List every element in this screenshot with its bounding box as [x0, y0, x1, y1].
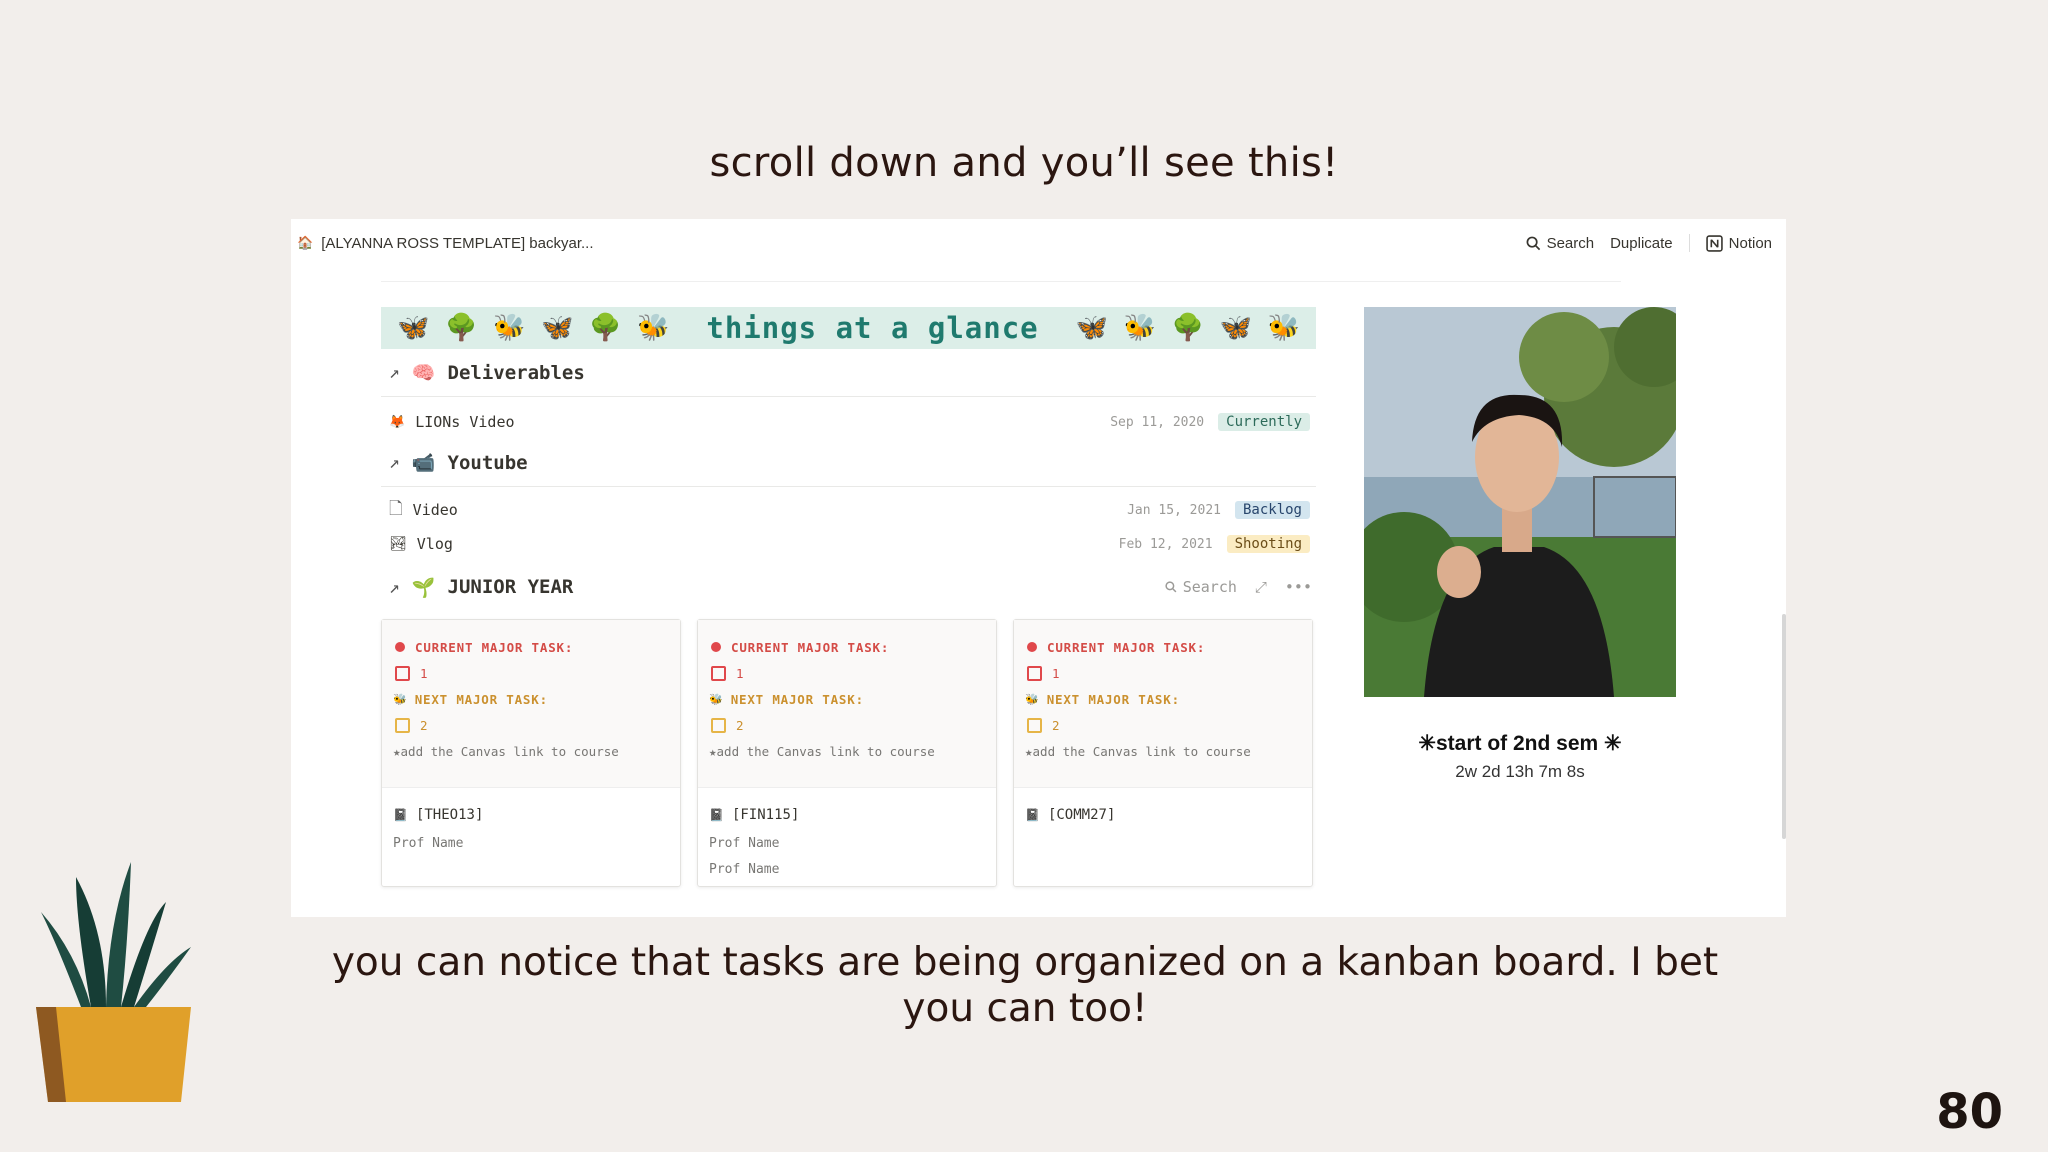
junior-year-header: ↗ 🌱 JUNIOR YEAR Search ⤢ •••: [381, 561, 1316, 613]
duplicate-button[interactable]: Duplicate: [1610, 235, 1673, 252]
main-content: 🦋 🌳 🐝 🦋 🌳 🐝 things at a glance 🦋 🐝 🌳 🦋 🐝…: [381, 307, 1316, 887]
page-number: 80: [1936, 1084, 2003, 1140]
task-number: 1: [420, 665, 428, 681]
notebook-icon: 📓: [393, 808, 408, 822]
kanban-board: CURRENT MAJOR TASK: 1 🐝 NEXT MAJOR TASK: …: [381, 619, 1316, 887]
search-label: Search: [1546, 234, 1595, 252]
camera-icon: 📹: [411, 452, 436, 474]
search-button[interactable]: Search: [1526, 234, 1595, 252]
current-task-label: CURRENT MAJOR TASK:: [731, 639, 890, 655]
task-number: 1: [1052, 665, 1060, 681]
side-column: ✳start of 2nd sem ✳ 2w 2d 13h 7m 8s: [1364, 307, 1676, 782]
sparkle-icon: ✳: [1604, 732, 1622, 755]
slide-title: scroll down and you’ll see this!: [709, 140, 1339, 186]
more-icon[interactable]: •••: [1285, 578, 1312, 596]
checkbox[interactable]: [395, 665, 410, 681]
page-icon: 🏠: [297, 235, 314, 250]
prof-name: Prof Name: [393, 835, 464, 851]
checkbox[interactable]: [1027, 665, 1042, 681]
red-circle-icon: [1027, 642, 1037, 652]
notion-window: 🏠 [ALYANNA ROSS TEMPLATE] backyar... Sea…: [291, 219, 1786, 917]
sparkle-icon: ✳: [1418, 732, 1436, 755]
prof-name: Prof Name: [709, 835, 780, 851]
task-number: 1: [736, 665, 744, 681]
kanban-card[interactable]: CURRENT MAJOR TASK: 1 🐝 NEXT MAJOR TASK: …: [1013, 619, 1313, 887]
bee-icon: 🐝: [709, 692, 723, 706]
junior-year-title[interactable]: JUNIOR YEAR: [448, 576, 574, 598]
bee-icon: 🐝: [1025, 692, 1039, 706]
document-icon: 🗋: [389, 498, 403, 519]
checkbox[interactable]: [711, 717, 726, 733]
link-arrow-icon[interactable]: ↗: [389, 577, 400, 598]
deliverables-title: Deliverables: [447, 361, 585, 384]
expand-icon[interactable]: ⤢: [1255, 578, 1267, 596]
link-arrow-icon: ↗: [389, 362, 400, 383]
list-item[interactable]: 🏞 Vlog Feb 12, 2021 Shooting: [381, 527, 1316, 561]
next-task-label: NEXT MAJOR TASK:: [414, 691, 548, 707]
item-name: Vlog: [416, 535, 453, 553]
red-circle-icon: [395, 642, 405, 652]
next-task-label: NEXT MAJOR TASK:: [1046, 691, 1180, 707]
countdown-title: ✳start of 2nd sem ✳: [1418, 732, 1622, 755]
kanban-card[interactable]: CURRENT MAJOR TASK: 1 🐝 NEXT MAJOR TASK: …: [697, 619, 997, 887]
status-badge: Currently: [1218, 413, 1310, 431]
checkbox[interactable]: [1027, 717, 1042, 733]
notion-logo-icon: [1705, 234, 1723, 252]
course-code: [THEO13]: [415, 807, 484, 823]
status-badge: Backlog: [1234, 501, 1310, 519]
task-number: 2: [420, 717, 428, 733]
card-note: ★add the Canvas link to course: [1025, 743, 1251, 759]
deliverables-header[interactable]: ↗ 🧠 Deliverables: [381, 349, 1316, 397]
card-note: ★add the Canvas link to course: [393, 743, 619, 759]
list-item[interactable]: 🦊 LIONs Video Sep 11, 2020 Currently: [381, 405, 1316, 439]
banner-title: things at a glance: [706, 311, 1039, 345]
next-task-label: NEXT MAJOR TASK:: [730, 691, 864, 707]
page-breadcrumb[interactable]: [ALYANNA ROSS TEMPLATE] backyar...: [321, 235, 593, 252]
sprout-icon: 🌱: [411, 576, 436, 599]
current-task-label: CURRENT MAJOR TASK:: [1047, 639, 1206, 655]
prof-name: Prof Name: [709, 861, 780, 877]
banner-right-icons: 🦋 🐝 🌳 🦋 🐝: [1075, 313, 1300, 343]
course-code: [FIN115]: [731, 807, 800, 823]
bee-icon: 🐝: [393, 692, 407, 706]
plant-illustration: [36, 862, 196, 1107]
card-note: ★add the Canvas link to course: [709, 743, 935, 759]
checkbox[interactable]: [395, 717, 410, 733]
item-name: LIONs Video: [415, 413, 515, 431]
red-circle-icon: [711, 642, 721, 652]
banner-left-icons: 🦋 🌳 🐝 🦋 🌳 🐝: [397, 313, 670, 343]
kanban-card[interactable]: CURRENT MAJOR TASK: 1 🐝 NEXT MAJOR TASK: …: [381, 619, 681, 887]
board-search-button[interactable]: Search: [1165, 578, 1237, 596]
status-badge: Shooting: [1226, 535, 1310, 553]
scrollbar[interactable]: [1782, 614, 1786, 839]
youtube-title: Youtube: [447, 451, 528, 474]
item-date: Sep 11, 2020: [1110, 414, 1205, 430]
item-icon: 🦊: [389, 414, 406, 430]
item-date: Jan 15, 2021: [1127, 502, 1221, 518]
landscape-icon: 🏞: [389, 536, 407, 552]
profile-photo: [1364, 307, 1676, 697]
notebook-icon: 📓: [1025, 808, 1040, 822]
current-task-label: CURRENT MAJOR TASK:: [415, 639, 574, 655]
search-icon: [1165, 581, 1177, 593]
glance-banner: 🦋 🌳 🐝 🦋 🌳 🐝 things at a glance 🦋 🐝 🌳 🦋 🐝: [381, 307, 1316, 349]
task-number: 2: [1052, 717, 1060, 733]
link-arrow-icon: ↗: [389, 452, 400, 473]
top-bar: 🏠 [ALYANNA ROSS TEMPLATE] backyar... Sea…: [291, 219, 1786, 267]
item-date: Feb 12, 2021: [1118, 536, 1213, 552]
course-code: [COMM27]: [1047, 807, 1116, 823]
item-name: Video: [412, 501, 458, 519]
countdown-value: 2w 2d 13h 7m 8s: [1455, 762, 1585, 781]
notebook-icon: 📓: [709, 808, 724, 822]
list-item[interactable]: 🗋 Video Jan 15, 2021 Backlog: [381, 493, 1316, 527]
notion-button[interactable]: Notion: [1705, 234, 1772, 252]
brain-icon: 🧠: [411, 362, 436, 384]
task-number: 2: [736, 717, 744, 733]
youtube-header[interactable]: ↗ 📹 Youtube: [381, 439, 1316, 487]
slide-caption: you can notice that tasks are being orga…: [331, 940, 1719, 1031]
notion-label: Notion: [1728, 234, 1772, 252]
search-icon: [1526, 236, 1540, 250]
checkbox[interactable]: [711, 665, 726, 681]
